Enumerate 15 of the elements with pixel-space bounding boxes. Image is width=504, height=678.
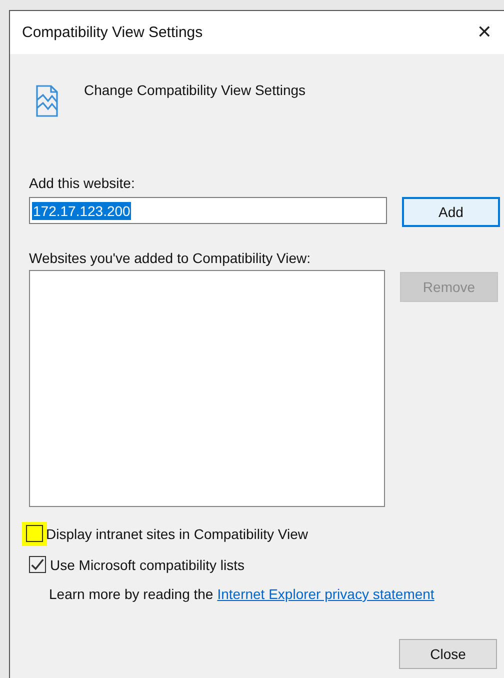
close-button[interactable]: ✕ — [476, 22, 492, 43]
checkbox[interactable] — [26, 524, 43, 542]
field-label: Add this website: — [29, 175, 135, 191]
website-input-field[interactable]: 172.17.123.200 — [29, 197, 387, 224]
privacy-statement-link[interactable]: Internet Explorer privacy statement — [217, 586, 434, 602]
checkbox-label[interactable]: Display intranet sites in Compatibility View — [46, 526, 308, 542]
learn-more-text: Learn more by reading the — [49, 586, 214, 602]
add-button[interactable]: Add — [402, 197, 500, 227]
checkbox-label[interactable]: Use Microsoft compatibility lists — [50, 556, 244, 572]
checkbox[interactable] — [29, 556, 46, 573]
close-dialog-button[interactable]: Close — [399, 639, 497, 669]
dialog-heading: Change Compatibility View Settings — [84, 82, 306, 98]
list-label: Websites you've added to Compatibility View: — [29, 250, 311, 266]
document-icon — [35, 84, 59, 118]
window-title: Compatibility View Settings — [22, 24, 203, 41]
